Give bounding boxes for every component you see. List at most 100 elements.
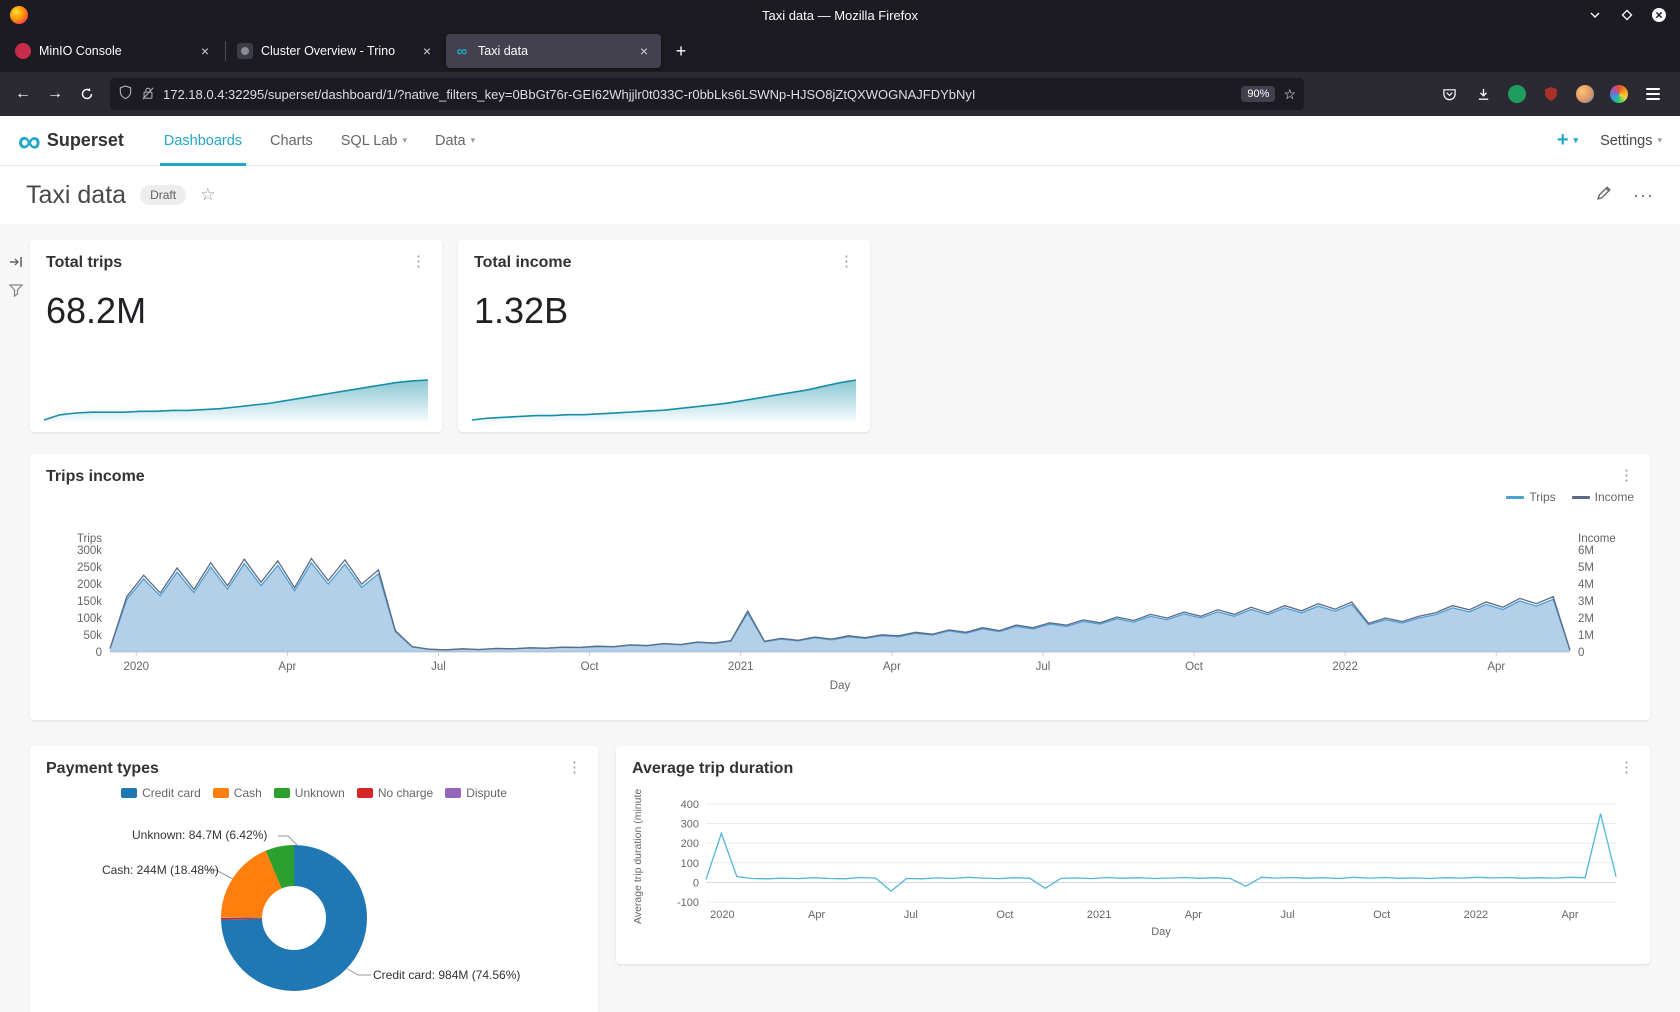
- svg-text:Apr: Apr: [1561, 909, 1578, 921]
- pocket-icon[interactable]: [1434, 79, 1464, 109]
- url-text[interactable]: 172.18.0.4:32295/superset/dashboard/1/?n…: [163, 87, 1233, 102]
- svg-text:Jul: Jul: [1036, 661, 1051, 673]
- tab-close-icon[interactable]: ×: [635, 42, 653, 60]
- ublock-shield-icon[interactable]: [1536, 79, 1566, 109]
- window-minimize-button[interactable]: [1586, 6, 1604, 24]
- duration-y-axis-label: Average trip duration (minute: [632, 789, 644, 924]
- tracking-protection-shield-icon[interactable]: [118, 85, 133, 103]
- svg-text:-100: -100: [677, 897, 699, 909]
- chart-kebab-menu-icon[interactable]: ⋮: [1619, 468, 1634, 483]
- edit-pencil-icon[interactable]: [1596, 184, 1613, 206]
- tab-label: MinIO Console: [39, 44, 188, 58]
- tab-label: Cluster Overview - Trino: [261, 44, 410, 58]
- new-content-button[interactable]: +▾: [1557, 129, 1578, 152]
- downloads-icon[interactable]: [1468, 79, 1498, 109]
- svg-text:4M: 4M: [1578, 579, 1594, 591]
- svg-text:2020: 2020: [710, 909, 734, 921]
- svg-text:Apr: Apr: [808, 909, 825, 921]
- superset-favicon-icon: ∞: [454, 43, 470, 59]
- url-bar[interactable]: 172.18.0.4:32295/superset/dashboard/1/?n…: [110, 78, 1304, 110]
- average-trip-duration-card: Average trip duration ⋮ Average trip dur…: [616, 746, 1650, 964]
- expand-filter-bar-icon[interactable]: [6, 252, 26, 272]
- average-trip-duration-chart[interactable]: -10001002003004002020AprJulOct2021AprJul…: [662, 786, 1630, 938]
- insecure-connection-lock-icon[interactable]: [141, 86, 155, 103]
- dashboard-titlebar: Taxi data Draft ☆ ···: [0, 166, 1680, 224]
- dashboard-more-menu-icon[interactable]: ···: [1633, 185, 1654, 206]
- filter-funnel-icon[interactable]: [6, 280, 26, 300]
- donut-label-credit-card: Credit card: 984M (74.56%): [373, 968, 520, 982]
- svg-text:400: 400: [681, 799, 699, 811]
- total-income-value: 1.32B: [458, 272, 870, 332]
- svg-text:0: 0: [1578, 647, 1584, 659]
- tab-close-icon[interactable]: ×: [418, 42, 436, 60]
- extension-pinwheel-icon[interactable]: [1604, 79, 1634, 109]
- chevron-down-icon: ▾: [1657, 135, 1662, 146]
- total-income-sparkline-chart[interactable]: [472, 376, 856, 422]
- account-avatar-icon[interactable]: [1570, 79, 1600, 109]
- tab-minio-console[interactable]: MinIO Console ×: [7, 34, 222, 68]
- favorite-star-icon[interactable]: ☆: [200, 185, 215, 205]
- forward-button[interactable]: →: [40, 79, 70, 109]
- zoom-level-badge[interactable]: 90%: [1241, 86, 1275, 102]
- menu-hamburger-icon[interactable]: [1638, 79, 1668, 109]
- svg-text:150k: 150k: [77, 596, 102, 608]
- svg-text:6M: 6M: [1578, 545, 1594, 557]
- total-trips-sparkline-chart[interactable]: [44, 376, 428, 422]
- chart-title: Total income: [474, 254, 572, 272]
- legend-item-trips[interactable]: Trips: [1506, 490, 1555, 504]
- nav-item-dashboards[interactable]: Dashboards: [150, 116, 256, 166]
- chevron-down-icon: ▾: [1574, 135, 1579, 146]
- svg-text:2021: 2021: [728, 661, 754, 673]
- chart-kebab-menu-icon[interactable]: ⋮: [411, 254, 426, 269]
- svg-text:2M: 2M: [1578, 613, 1594, 625]
- superset-infinity-icon: ∞: [18, 125, 41, 157]
- dashboard-body: Total trips ⋮ 68.2M Total income ⋮ 1.32B…: [0, 224, 1680, 1012]
- settings-menu[interactable]: Settings▾: [1600, 133, 1662, 149]
- svg-text:2022: 2022: [1332, 661, 1358, 673]
- svg-text:Oct: Oct: [1373, 909, 1390, 921]
- dashboard-title: Taxi data: [26, 181, 126, 210]
- extension-green-icon[interactable]: [1502, 79, 1532, 109]
- tab-label: Taxi data: [478, 44, 627, 58]
- window-close-button[interactable]: [1650, 6, 1668, 24]
- tab-trino-cluster[interactable]: Cluster Overview - Trino ×: [229, 34, 444, 68]
- trips-income-card: Trips income ⋮ Trips Income TripsIncome0…: [30, 454, 1650, 720]
- donut-label-unknown: Unknown: 84.7M (6.42%): [132, 828, 267, 842]
- firefox-logo: [10, 6, 28, 24]
- chart-kebab-menu-icon[interactable]: ⋮: [839, 254, 854, 269]
- donut-label-cash: Cash: 244M (18.48%): [102, 863, 219, 877]
- svg-text:Apr: Apr: [278, 661, 296, 673]
- bookmark-star-icon[interactable]: ☆: [1283, 86, 1296, 103]
- browser-toolbar: ← → 172.18.0.4:32295/superset/dashboard/…: [0, 72, 1680, 116]
- total-income-card: Total income ⋮ 1.32B: [458, 240, 870, 432]
- svg-text:200k: 200k: [77, 579, 102, 591]
- tab-taxi-data[interactable]: ∞ Taxi data ×: [446, 34, 661, 68]
- chevron-down-icon: ▾: [402, 135, 407, 146]
- svg-text:Day: Day: [830, 680, 851, 692]
- nav-item-charts[interactable]: Charts: [256, 116, 327, 166]
- legend-item-income[interactable]: Income: [1572, 490, 1634, 504]
- window-maximize-button[interactable]: [1618, 6, 1636, 24]
- svg-text:2020: 2020: [123, 661, 149, 673]
- trips-line-swatch: [1506, 496, 1524, 499]
- svg-text:Trips: Trips: [77, 533, 102, 545]
- nav-item-sql-lab[interactable]: SQL Lab▾: [327, 116, 421, 166]
- svg-text:Oct: Oct: [1185, 661, 1204, 673]
- svg-text:Day: Day: [1151, 926, 1171, 938]
- trips-income-chart[interactable]: TripsIncome050k100k150k200k250k300k01M2M…: [46, 530, 1634, 696]
- superset-logo[interactable]: ∞ Superset: [18, 125, 124, 157]
- back-button[interactable]: ←: [8, 79, 38, 109]
- svg-text:Apr: Apr: [1487, 661, 1505, 673]
- chart-kebab-menu-icon[interactable]: ⋮: [1619, 760, 1634, 775]
- chart-title: Trips income: [46, 468, 145, 486]
- svg-text:100k: 100k: [77, 613, 102, 625]
- nav-item-data[interactable]: Data▾: [421, 116, 489, 166]
- tab-close-icon[interactable]: ×: [196, 42, 214, 60]
- tab-separator: [225, 41, 226, 61]
- trino-favicon-icon: [237, 43, 253, 59]
- tab-bar: MinIO Console × Cluster Overview - Trino…: [0, 30, 1680, 72]
- chart-title: Average trip duration: [632, 760, 793, 778]
- total-trips-value: 68.2M: [30, 272, 442, 332]
- reload-button[interactable]: [72, 79, 102, 109]
- new-tab-button[interactable]: +: [666, 36, 696, 66]
